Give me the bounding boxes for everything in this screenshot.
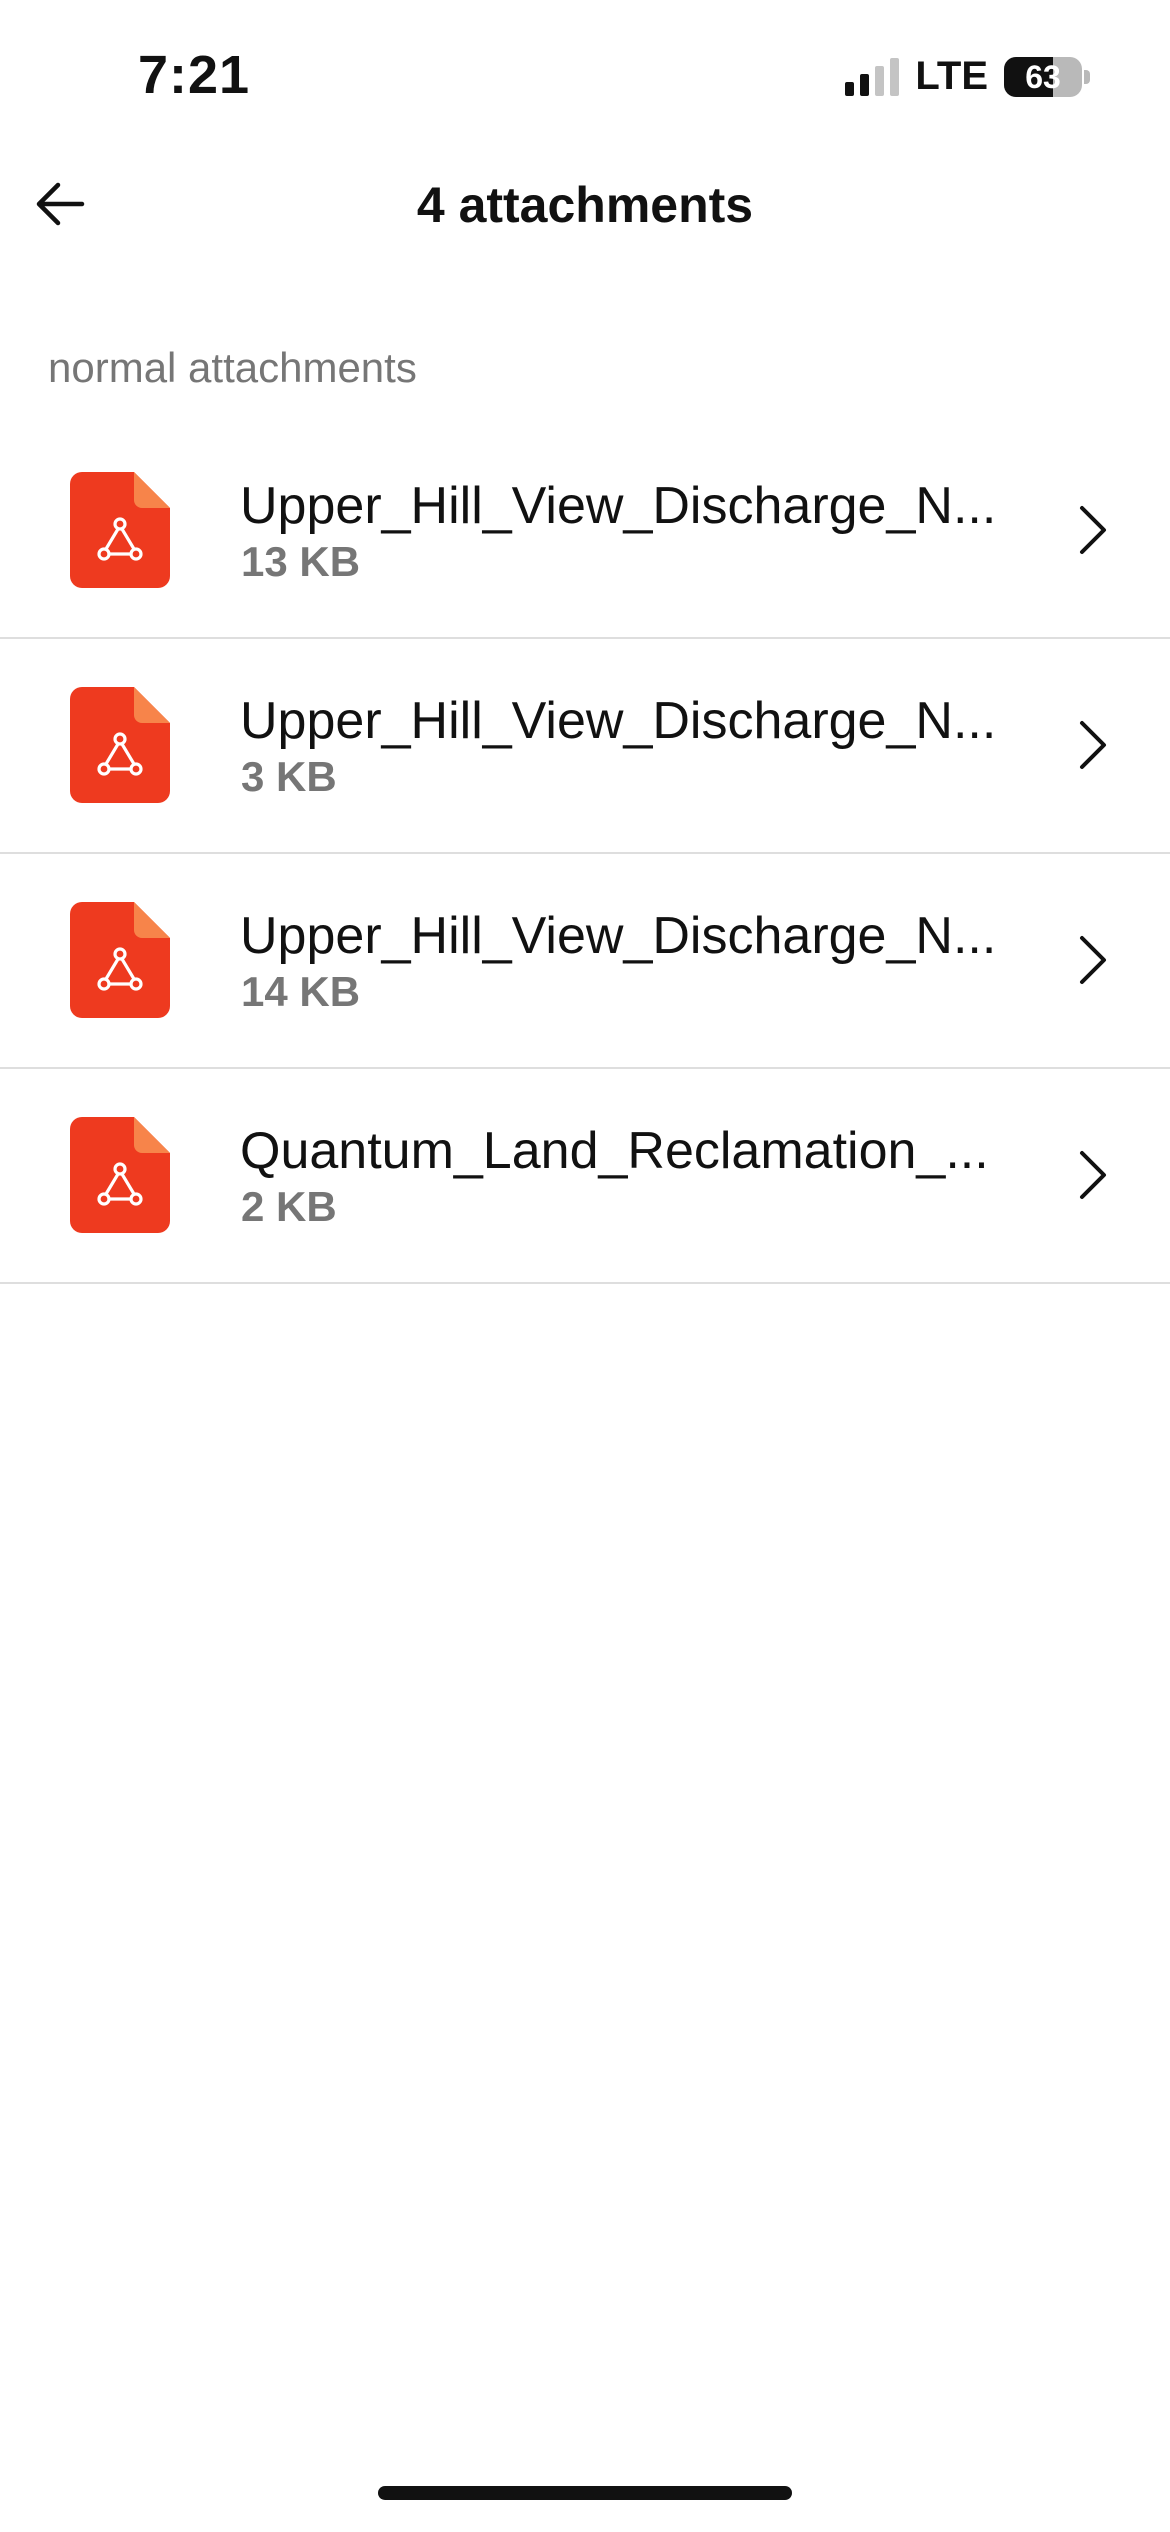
attachment-size: 13 KB (241, 538, 361, 585)
status-time: 7:21 (138, 45, 251, 105)
attachment-name: Upper_Hill_View_Discharge_N... (240, 907, 997, 965)
attachment-size: 14 KB (241, 968, 361, 1015)
section-label: normal attachments (48, 344, 417, 391)
attachment-name: Upper_Hill_View_Discharge_N... (240, 692, 997, 750)
attachment-row[interactable]: Upper_Hill_View_Discharge_N... 14 KB (0, 854, 1170, 1069)
attachment-list: Upper_Hill_View_Discharge_N... 13 KB Upper… (0, 424, 1170, 1284)
pdf-file-icon (70, 687, 170, 803)
attachment-name: Upper_Hill_View_Discharge_N... (240, 477, 997, 535)
page-title: 4 attachments (416, 177, 754, 233)
attachment-size: 2 KB (241, 1183, 337, 1230)
home-indicator[interactable] (378, 2486, 792, 2500)
navigation-header: 4 attachments (0, 150, 1170, 260)
pdf-file-icon (70, 1117, 170, 1233)
attachment-row[interactable]: Quantum_Land_Reclamation_... 2 KB (0, 1069, 1170, 1284)
chevron-right-icon (1080, 721, 1106, 769)
network-type: LTE (915, 54, 988, 98)
chevron-right-icon (1080, 506, 1106, 554)
chevron-right-icon (1080, 936, 1106, 984)
pdf-file-icon (70, 472, 170, 588)
chevron-right-icon (1080, 1151, 1106, 1199)
battery-percent: 63 (1025, 58, 1061, 95)
pdf-file-icon (70, 902, 170, 1018)
attachment-row[interactable]: Upper_Hill_View_Discharge_N... 3 KB (0, 639, 1170, 854)
attachment-row[interactable]: Upper_Hill_View_Discharge_N... 13 KB (0, 424, 1170, 639)
battery-icon: 63 (1004, 56, 1090, 97)
attachment-name: Quantum_Land_Reclamation_... (240, 1122, 989, 1180)
status-indicators: LTE 63 (845, 54, 1090, 99)
cellular-signal-icon (845, 57, 900, 96)
status-bar: 7:21 LTE 63 (0, 0, 1170, 150)
attachment-size: 3 KB (241, 753, 337, 800)
